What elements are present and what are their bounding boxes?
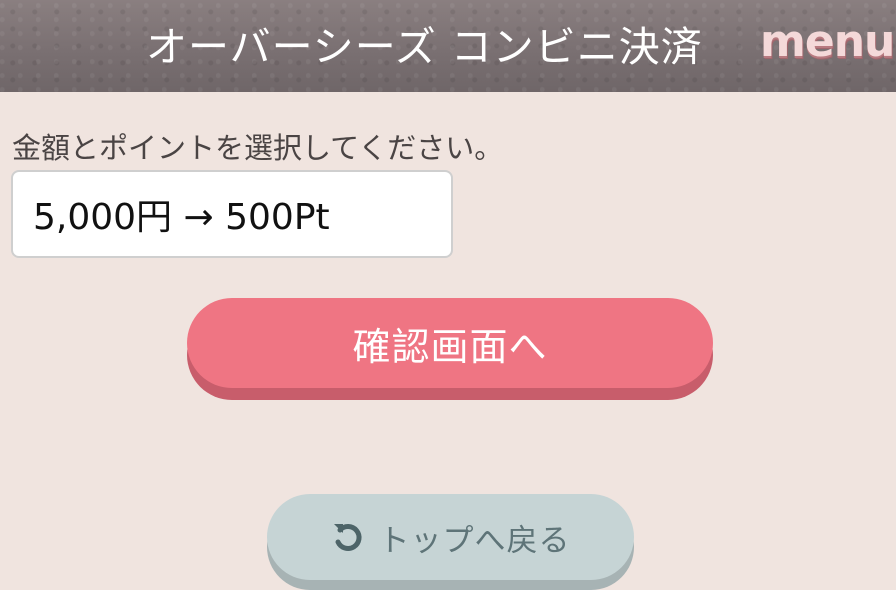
back-to-top-button[interactable]: トップへ戻る — [267, 494, 634, 580]
menu-button[interactable]: menu — [760, 14, 895, 70]
amount-select[interactable]: 5,000円 → 500Pt — [11, 170, 453, 258]
amount-instruction: 金額とポイントを選択してください。 — [12, 131, 504, 165]
confirm-button[interactable]: 確認画面へ — [187, 298, 713, 388]
undo-icon — [331, 520, 365, 554]
amount-select-value: 5,000円 → 500Pt — [33, 197, 330, 238]
page-header: オーバーシーズ コンビニ決済 menu — [0, 0, 896, 92]
back-to-top-label: トップへ戻る — [378, 522, 571, 559]
confirm-button-label: 確認画面へ — [352, 324, 548, 369]
page-title: オーバーシーズ コンビニ決済 — [146, 23, 703, 71]
